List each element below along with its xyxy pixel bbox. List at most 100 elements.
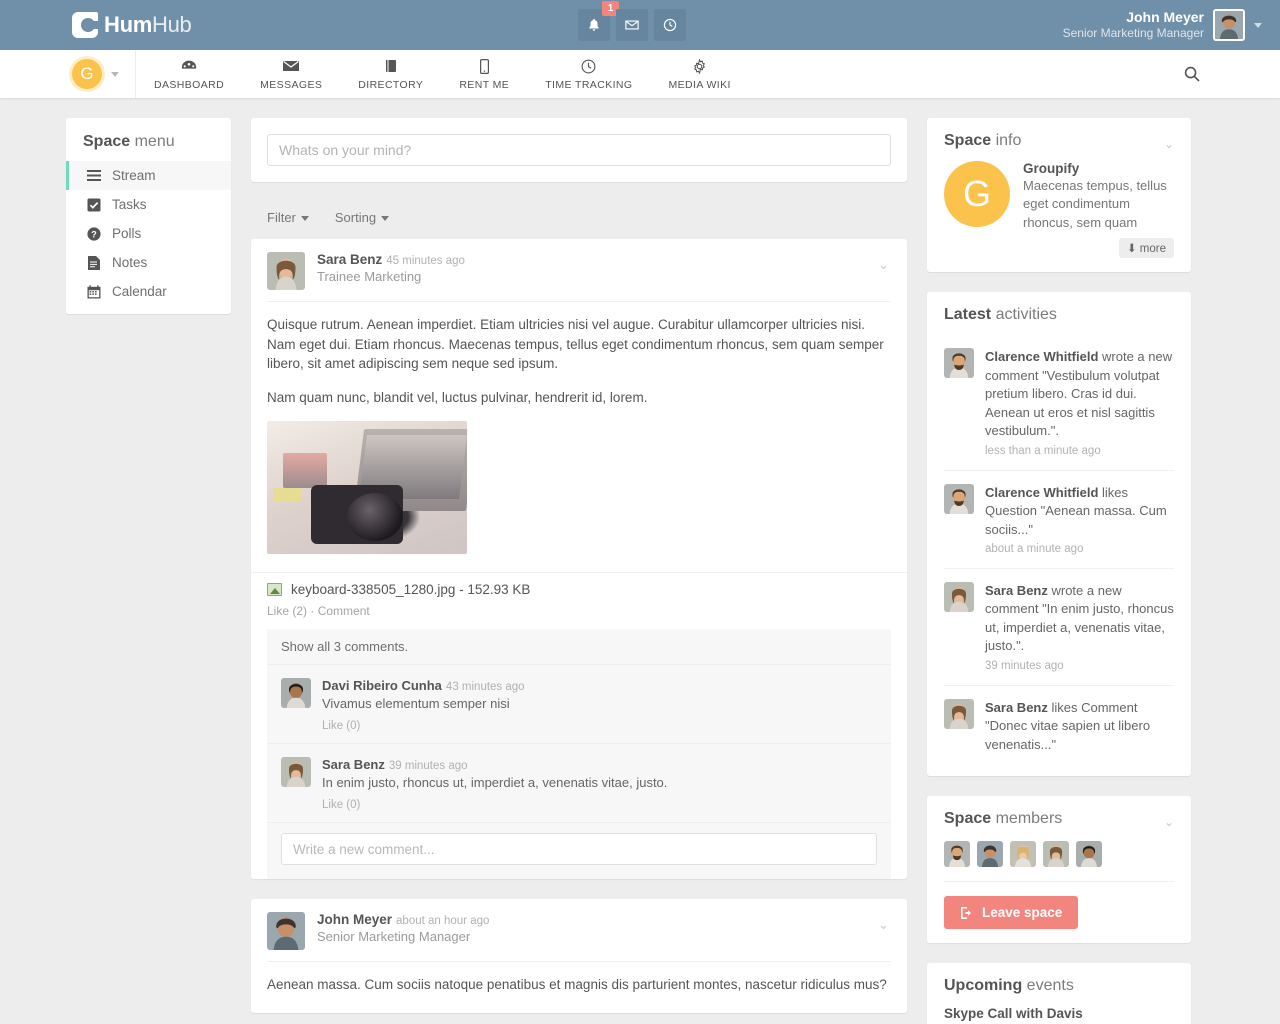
nav-label: MEDIA WIKI — [668, 79, 730, 91]
filter-dropdown[interactable]: Filter — [267, 210, 309, 225]
header-icon-group: 1 — [578, 9, 686, 41]
activity-actor[interactable]: Clarence Whitfield — [985, 485, 1098, 500]
events-title-light: events — [1027, 977, 1074, 994]
space-name[interactable]: Groupify — [1023, 161, 1174, 176]
member-avatar[interactable] — [1076, 841, 1102, 867]
sidebar-item-polls[interactable]: ? Polls — [66, 219, 231, 248]
chevron-down-icon[interactable] — [1254, 23, 1262, 28]
post-author-name[interactable]: Sara Benz — [317, 252, 382, 267]
activities-title-light: activities — [996, 306, 1057, 323]
activity-text: Clarence Whitfield wrote a new comment "… — [985, 348, 1174, 440]
sorting-dropdown[interactable]: Sorting — [335, 210, 389, 225]
activity-time: about a minute ago — [985, 543, 1174, 555]
nav-item-dashboard[interactable]: DASHBOARD — [136, 50, 242, 98]
search-icon[interactable] — [1184, 50, 1200, 98]
sidebar-item-notes[interactable]: Notes — [66, 248, 231, 277]
avatar[interactable] — [944, 484, 974, 514]
activity-actor[interactable]: Sara Benz — [985, 583, 1048, 598]
event-item[interactable]: Skype Call with Davis August 21, 2014 (1… — [944, 1006, 1174, 1024]
more-button[interactable]: ⬇ more — [1119, 238, 1174, 258]
action-separator: · — [310, 604, 314, 618]
comment-header: Sara Benz39 minutes ago — [322, 757, 877, 772]
member-avatar[interactable] — [977, 841, 1003, 867]
activity-actor[interactable]: Clarence Whitfield — [985, 349, 1098, 364]
humhub-logo[interactable]: HumHub — [72, 12, 191, 38]
brand-light: Hub — [152, 12, 191, 37]
post-options-menu[interactable]: ⌄ — [878, 257, 889, 273]
sidebar-item-label: Notes — [112, 255, 147, 270]
nav-item-messages[interactable]: MESSAGES — [242, 50, 340, 98]
comment-button[interactable]: Comment — [318, 604, 370, 618]
avatar[interactable] — [281, 757, 311, 787]
new-comment-wrap — [267, 823, 891, 879]
messages-icon[interactable] — [616, 9, 648, 41]
post-attached-image[interactable] — [267, 421, 467, 554]
activity-actor[interactable]: Sara Benz — [985, 700, 1048, 715]
nav-item-directory[interactable]: DIRECTORY — [340, 50, 441, 98]
like-button[interactable]: Like (2) — [267, 604, 307, 618]
chevron-down-icon[interactable] — [111, 72, 119, 77]
activity-item: Sara Benz likes Comment "Donec vitae sap… — [944, 686, 1174, 762]
comment-author[interactable]: Davi Ribeiro Cunha — [322, 678, 442, 693]
nav-item-rent-me[interactable]: RENT ME — [441, 50, 527, 98]
member-avatar[interactable] — [1010, 841, 1036, 867]
notifications-icon[interactable]: 1 — [578, 9, 610, 41]
show-all-comments-link[interactable]: Show all 3 comments. — [267, 629, 891, 665]
chevron-down-icon[interactable]: ⌄ — [1164, 815, 1174, 829]
comment-like-button[interactable]: Like (0) — [322, 720, 877, 732]
divider — [944, 881, 1174, 882]
space-menu-title: Space menu — [66, 118, 231, 161]
avatar[interactable] — [944, 582, 974, 612]
avatar[interactable] — [267, 252, 305, 290]
leave-space-button[interactable]: Leave space — [944, 896, 1078, 929]
sidebar-item-label: Polls — [112, 226, 141, 241]
image-yellow-pad — [273, 488, 301, 501]
nav-label: MESSAGES — [260, 79, 322, 91]
space-info-title: Space info ⌄ — [944, 132, 1174, 150]
stream-column: Filter Sorting Sara Benz45 minutes ago T… — [251, 118, 907, 1024]
activity-text: Sara Benz wrote a new comment "In enim j… — [985, 582, 1174, 656]
sidebar-item-label: Stream — [112, 168, 156, 183]
user-identity: John Meyer Senior Marketing Manager — [1063, 9, 1204, 42]
post-author-name[interactable]: John Meyer — [317, 912, 392, 927]
stream-filter-bar: Filter Sorting — [251, 202, 907, 239]
post-author-role: Senior Marketing Manager — [317, 929, 489, 944]
post-composer-panel — [251, 118, 907, 182]
post-file-attachment[interactable]: keyboard-338505_1280.jpg - 152.93 KB — [251, 572, 907, 604]
space-menu-title-light: menu — [135, 133, 175, 150]
svg-text:?: ? — [91, 229, 97, 239]
member-avatar[interactable] — [1043, 841, 1069, 867]
sidebar-item-stream[interactable]: Stream — [66, 161, 231, 190]
post-input[interactable] — [267, 134, 891, 166]
comment-timestamp: 43 minutes ago — [446, 681, 525, 693]
avatar[interactable] — [944, 699, 974, 729]
comment-header: Davi Ribeiro Cunha 43 minutes ago — [322, 678, 877, 693]
activity-text: Sara Benz likes Comment "Donec vitae sap… — [985, 699, 1174, 754]
avatar[interactable] — [1213, 9, 1245, 41]
space-members-title: Space members ⌄ — [944, 810, 1174, 828]
chevron-down-icon — [301, 216, 309, 221]
sidebar-item-calendar[interactable]: Calendar — [66, 277, 231, 306]
sidebar-item-tasks[interactable]: Tasks — [66, 190, 231, 219]
chevron-down-icon[interactable]: ⌄ — [1164, 137, 1174, 151]
space-switcher[interactable]: G — [0, 50, 136, 98]
nav-item-time-tracking[interactable]: TIME TRACKING — [527, 50, 650, 98]
member-avatar[interactable] — [944, 841, 970, 867]
comment-item: Sara Benz39 minutes ago In enim justo, r… — [267, 744, 891, 823]
avatar[interactable] — [267, 912, 305, 950]
left-sidebar: Space menu Stream Tasks ? Polls — [66, 118, 231, 334]
post-options-menu[interactable]: ⌄ — [878, 917, 889, 933]
nav-item-media-wiki[interactable]: MEDIA WIKI — [650, 50, 748, 98]
comment-author[interactable]: Sara Benz — [322, 757, 385, 772]
avatar[interactable] — [944, 348, 974, 378]
user-menu[interactable]: John Meyer Senior Marketing Manager — [1063, 0, 1262, 50]
comment-like-button[interactable]: Like (0) — [322, 799, 877, 811]
activity-clock-icon[interactable] — [654, 9, 686, 41]
avatar[interactable] — [281, 678, 311, 708]
new-comment-input[interactable] — [281, 833, 877, 865]
post-author-line: John Meyerabout an hour ago — [317, 912, 489, 927]
activity-content: Sara Benz likes Comment "Donec vitae sap… — [985, 699, 1174, 758]
post-composer — [251, 118, 907, 182]
activity-text: Clarence Whitfield likes Question "Aenea… — [985, 484, 1174, 539]
nav-label: RENT ME — [459, 79, 509, 91]
